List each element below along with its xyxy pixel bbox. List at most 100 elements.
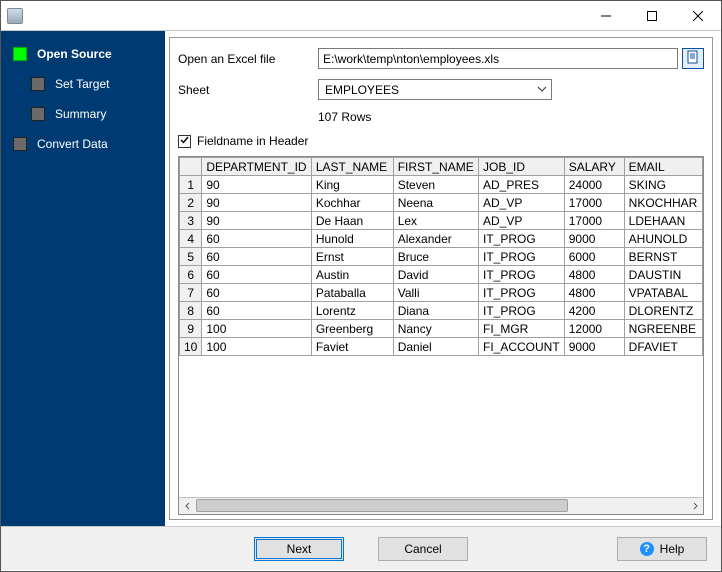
table-cell[interactable]: 12000 <box>564 320 624 338</box>
table-cell[interactable]: Greenberg <box>311 320 393 338</box>
table-row[interactable]: 660AustinDavidIT_PROG4800DAUSTIN <box>180 266 703 284</box>
table-row[interactable]: 290KochharNeenaAD_VP17000NKOCHHAR <box>180 194 703 212</box>
table-cell[interactable]: Lex <box>393 212 478 230</box>
table-cell[interactable]: 9000 <box>564 230 624 248</box>
scroll-right-icon[interactable] <box>686 498 703 515</box>
table-row[interactable]: 460HunoldAlexanderIT_PROG9000AHUNOLD <box>180 230 703 248</box>
table-cell[interactable]: Lorentz <box>311 302 393 320</box>
table-cell[interactable]: 24000 <box>564 176 624 194</box>
table-cell[interactable]: BERNST <box>624 248 702 266</box>
table-cell[interactable]: Daniel <box>393 338 478 356</box>
row-header[interactable]: 10 <box>180 338 202 356</box>
table-cell[interactable]: 60 <box>202 248 311 266</box>
fieldname-header-checkbox[interactable] <box>178 135 191 148</box>
table-cell[interactable]: AHUNOLD <box>624 230 702 248</box>
column-header[interactable]: LAST_NAME <box>311 158 393 176</box>
horizontal-scrollbar[interactable] <box>179 497 703 514</box>
table-cell[interactable]: 9000 <box>564 338 624 356</box>
scroll-left-icon[interactable] <box>179 498 196 515</box>
table-cell[interactable]: Austin <box>311 266 393 284</box>
row-header[interactable]: 5 <box>180 248 202 266</box>
column-header[interactable]: FIRST_NAME <box>393 158 478 176</box>
corner-header[interactable] <box>180 158 202 176</box>
table-cell[interactable]: 4800 <box>564 266 624 284</box>
table-cell[interactable]: NKOCHHAR <box>624 194 702 212</box>
table-cell[interactable]: SKING <box>624 176 702 194</box>
table-cell[interactable]: NGREENBE <box>624 320 702 338</box>
table-row[interactable]: 560ErnstBruceIT_PROG6000BERNST <box>180 248 703 266</box>
next-button[interactable]: Next <box>254 537 344 561</box>
table-cell[interactable]: FI_ACCOUNT <box>478 338 564 356</box>
row-header[interactable]: 2 <box>180 194 202 212</box>
table-cell[interactable]: Diana <box>393 302 478 320</box>
table-cell[interactable]: Kochhar <box>311 194 393 212</box>
row-header[interactable]: 7 <box>180 284 202 302</box>
maximize-button[interactable] <box>629 1 675 30</box>
browse-file-button[interactable] <box>682 48 704 69</box>
table-cell[interactable]: IT_PROG <box>478 302 564 320</box>
table-row[interactable]: 390De HaanLexAD_VP17000LDEHAAN <box>180 212 703 230</box>
close-button[interactable] <box>675 1 721 30</box>
table-cell[interactable]: 4800 <box>564 284 624 302</box>
table-cell[interactable]: Faviet <box>311 338 393 356</box>
table-cell[interactable]: 90 <box>202 212 311 230</box>
table-row[interactable]: 9100GreenbergNancyFI_MGR12000NGREENBE <box>180 320 703 338</box>
table-cell[interactable]: Pataballa <box>311 284 393 302</box>
row-header[interactable]: 1 <box>180 176 202 194</box>
row-header[interactable]: 4 <box>180 230 202 248</box>
table-cell[interactable]: VPATABAL <box>624 284 702 302</box>
row-header[interactable]: 3 <box>180 212 202 230</box>
column-header[interactable]: JOB_ID <box>478 158 564 176</box>
help-button[interactable]: ? Help <box>617 537 707 561</box>
table-row[interactable]: 10100FavietDanielFI_ACCOUNT9000DFAVIET <box>180 338 703 356</box>
table-cell[interactable]: 60 <box>202 230 311 248</box>
table-cell[interactable]: IT_PROG <box>478 248 564 266</box>
table-cell[interactable]: David <box>393 266 478 284</box>
column-header[interactable]: SALARY <box>564 158 624 176</box>
table-row[interactable]: 190KingStevenAD_PRES24000SKING <box>180 176 703 194</box>
sidebar-item-convert-data[interactable]: Convert Data <box>1 129 165 159</box>
table-cell[interactable]: Neena <box>393 194 478 212</box>
table-cell[interactable]: Steven <box>393 176 478 194</box>
table-row[interactable]: 860LorentzDianaIT_PROG4200DLORENTZ <box>180 302 703 320</box>
table-cell[interactable]: 90 <box>202 194 311 212</box>
table-cell[interactable]: Hunold <box>311 230 393 248</box>
row-header[interactable]: 8 <box>180 302 202 320</box>
file-path-input[interactable] <box>318 48 678 69</box>
cancel-button[interactable]: Cancel <box>378 537 468 561</box>
table-cell[interactable]: Bruce <box>393 248 478 266</box>
table-cell[interactable]: IT_PROG <box>478 266 564 284</box>
column-header[interactable]: EMAIL <box>624 158 702 176</box>
table-cell[interactable]: 6000 <box>564 248 624 266</box>
table-cell[interactable]: DAUSTIN <box>624 266 702 284</box>
row-header[interactable]: 6 <box>180 266 202 284</box>
table-cell[interactable]: 100 <box>202 338 311 356</box>
table-cell[interactable]: Nancy <box>393 320 478 338</box>
table-cell[interactable]: 60 <box>202 284 311 302</box>
table-cell[interactable]: DLORENTZ <box>624 302 702 320</box>
table-cell[interactable]: 60 <box>202 266 311 284</box>
sheet-select[interactable]: EMPLOYEES <box>318 79 552 100</box>
table-cell[interactable]: AD_VP <box>478 194 564 212</box>
table-cell[interactable]: Valli <box>393 284 478 302</box>
table-cell[interactable]: 100 <box>202 320 311 338</box>
table-cell[interactable]: 60 <box>202 302 311 320</box>
minimize-button[interactable] <box>583 1 629 30</box>
table-cell[interactable]: De Haan <box>311 212 393 230</box>
table-cell[interactable]: AD_PRES <box>478 176 564 194</box>
table-cell[interactable]: IT_PROG <box>478 230 564 248</box>
table-cell[interactable]: Ernst <box>311 248 393 266</box>
table-cell[interactable]: AD_VP <box>478 212 564 230</box>
table-cell[interactable]: 17000 <box>564 212 624 230</box>
row-header[interactable]: 9 <box>180 320 202 338</box>
sidebar-item-open-source[interactable]: Open Source <box>1 39 165 69</box>
column-header[interactable]: DEPARTMENT_ID <box>202 158 311 176</box>
sidebar-item-summary[interactable]: Summary <box>1 99 165 129</box>
table-cell[interactable]: FI_MGR <box>478 320 564 338</box>
table-cell[interactable]: IT_PROG <box>478 284 564 302</box>
table-cell[interactable]: 17000 <box>564 194 624 212</box>
table-cell[interactable]: 90 <box>202 176 311 194</box>
scrollbar-track[interactable] <box>196 498 686 515</box>
sidebar-item-set-target[interactable]: Set Target <box>1 69 165 99</box>
table-cell[interactable]: LDEHAAN <box>624 212 702 230</box>
